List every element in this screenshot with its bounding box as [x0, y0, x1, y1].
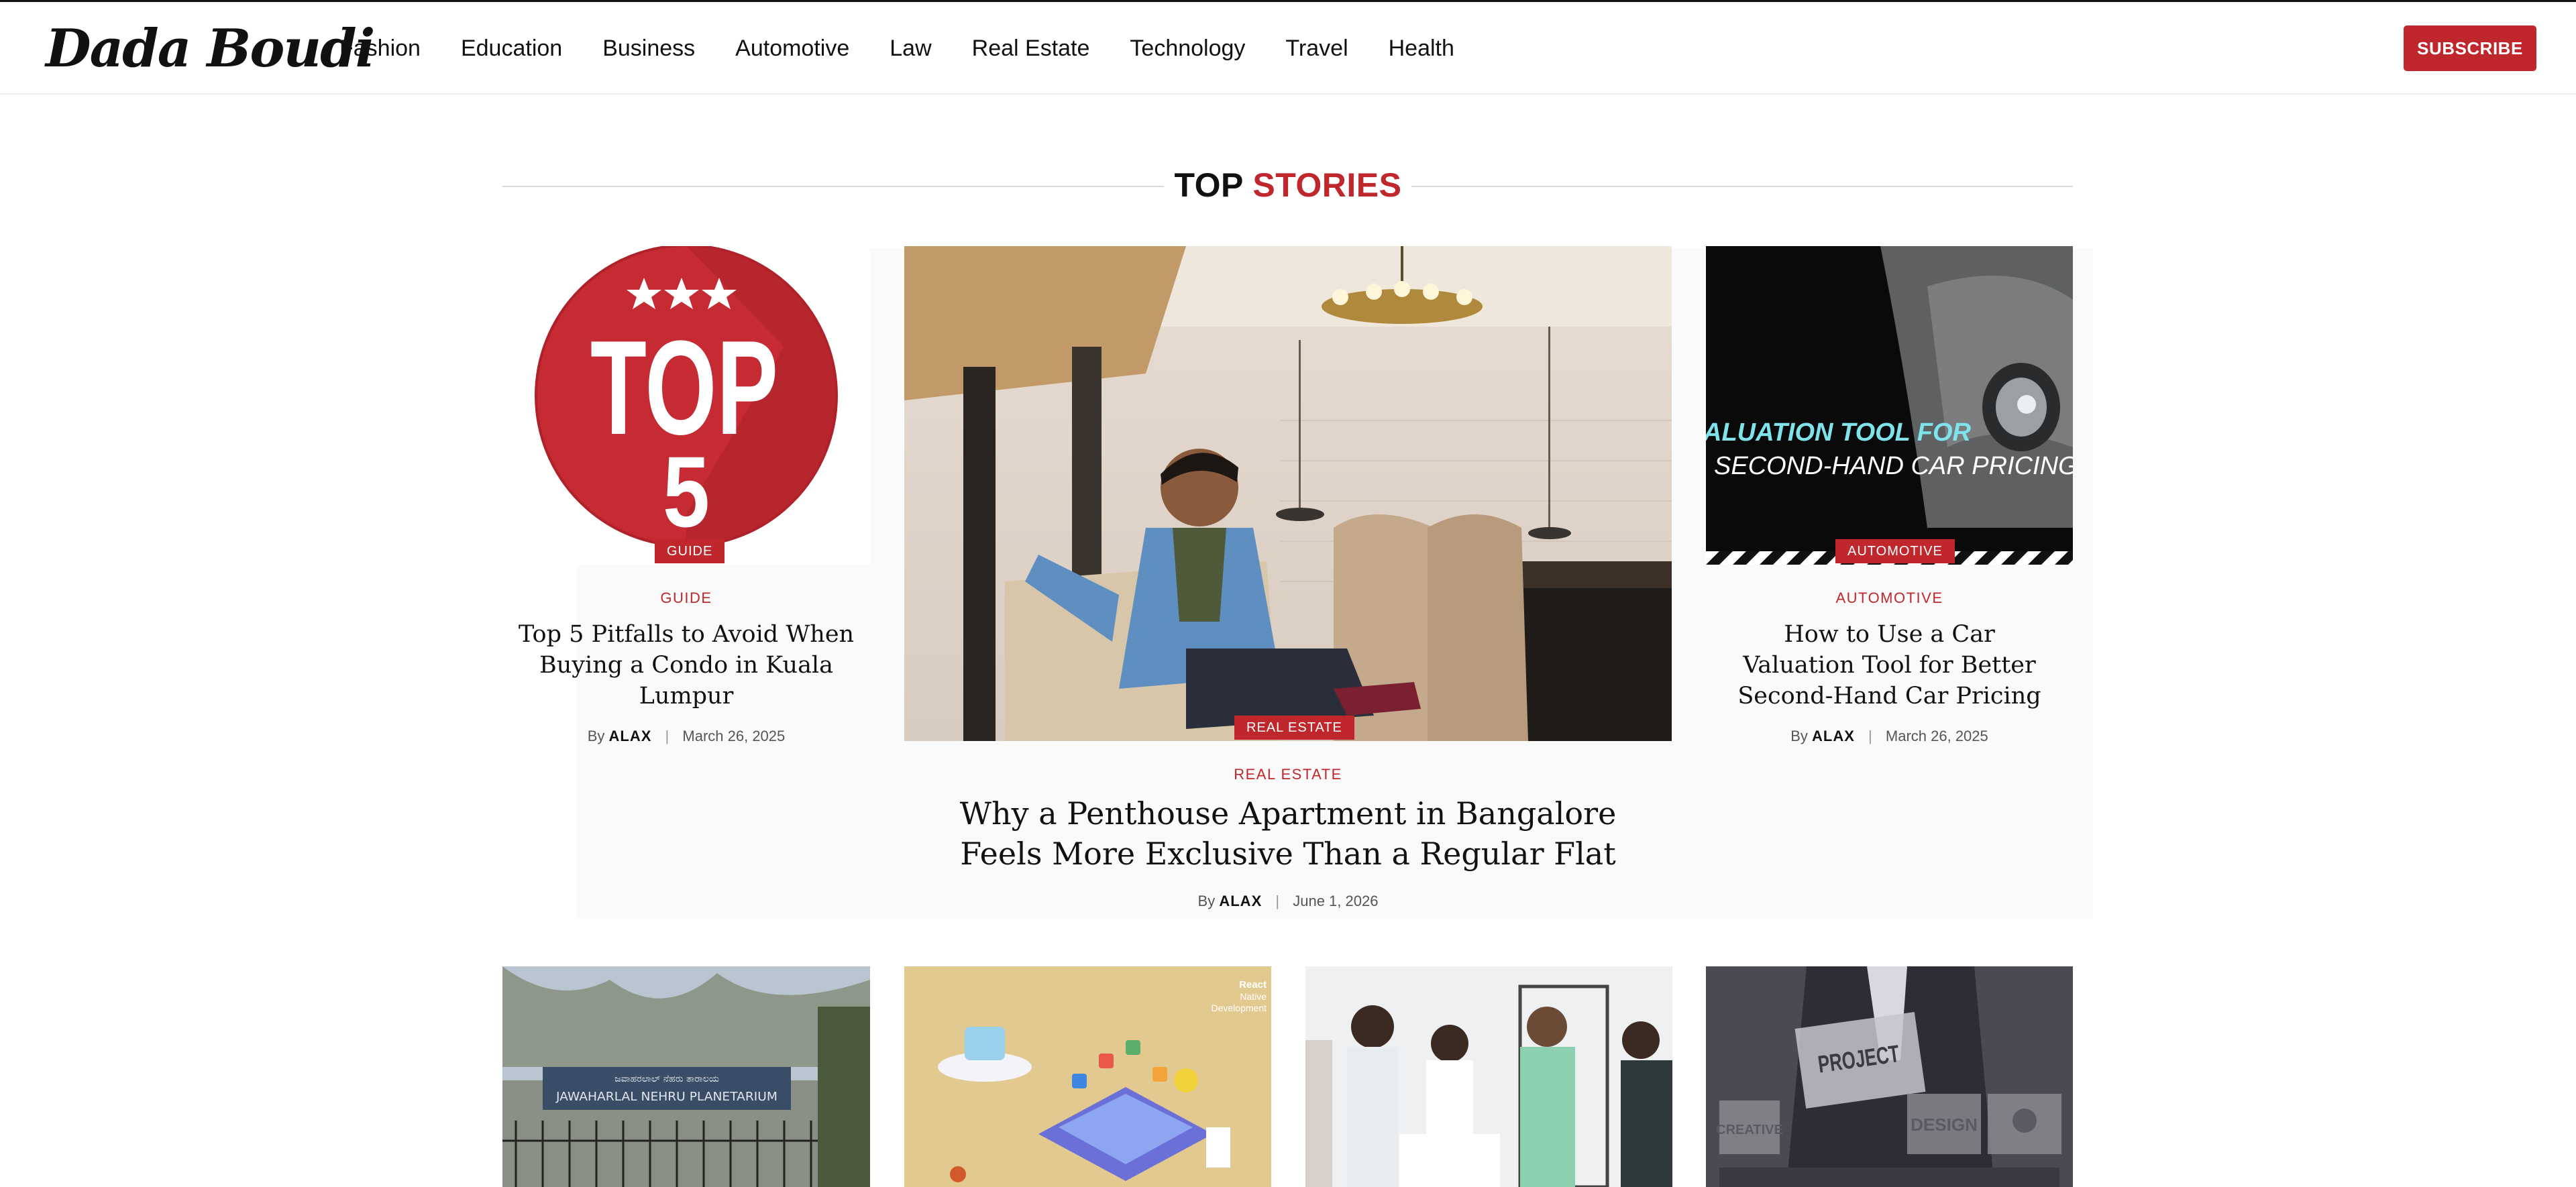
sign-text-english: JAWAHARLAL NEHRU PLANETARIUM	[555, 1090, 777, 1104]
nav-item-travel[interactable]: Travel	[1285, 36, 1348, 62]
story-date: March 26, 2025	[682, 728, 786, 744]
react-native-illustration: React Native Development	[904, 966, 1271, 1187]
nav-item-technology[interactable]: Technology	[1130, 36, 1245, 62]
meta-by: By	[587, 728, 605, 744]
story-thumbnail-planetarium[interactable]: ಜವಾಹರಲಾಲ್ ನೆಹರು ತಾರಾಲಯ JAWAHARLAL NEHRU …	[502, 966, 870, 1187]
story-thumbnail-react-native[interactable]: React Native Development	[904, 966, 1271, 1187]
category-badge[interactable]: REAL ESTATE	[1234, 716, 1354, 740]
react-text-line2: Native	[1240, 991, 1267, 1002]
story-date: March 26, 2025	[1885, 728, 1988, 744]
story-title[interactable]: Top 5 Pitfalls to Avoid When Buying a Co…	[502, 619, 870, 712]
story-date: June 1, 2026	[1293, 893, 1379, 909]
story-thumbnail[interactable]	[904, 246, 1672, 741]
sign-text-kannada: ಜವಾಹರಲಾಲ್ ನೆಹರು ತಾರಾಲಯ	[614, 1074, 719, 1084]
section-divider-left	[502, 186, 1164, 187]
story-card-automotive: ALUATION TOOL FOR SECOND-HAND CAR PRICIN…	[1706, 246, 2073, 756]
story-card-real-estate: REAL ESTATE REAL ESTATE Why a Penthouse …	[904, 246, 1672, 917]
nav-item-business[interactable]: Business	[602, 36, 695, 62]
cafe-man-photo	[904, 246, 1672, 741]
meta-by: By	[1197, 893, 1216, 909]
author-link[interactable]: ALAX	[1219, 893, 1262, 909]
project-design-image: PROJECT CREATIVE DESIGN	[1706, 966, 2073, 1187]
top5-badge-image: TOP 5	[535, 246, 838, 548]
site-logo[interactable]: Dada Boudi	[46, 18, 375, 79]
section-title-main: TOP	[1174, 166, 1243, 204]
creative-label-text: CREATIVE	[1716, 1123, 1783, 1137]
meta-separator: |	[665, 728, 669, 744]
nav-item-education[interactable]: Education	[461, 36, 562, 62]
image-text-line1: ALUATION TOOL FOR	[1706, 418, 1972, 447]
car-valuation-image: ALUATION TOOL FOR SECOND-HAND CAR PRICIN…	[1706, 246, 2073, 565]
author-link[interactable]: ALAX	[609, 728, 652, 744]
section-divider-right	[1411, 186, 2073, 187]
story-meta: By ALAX | June 1, 2026	[904, 893, 1672, 910]
story-title[interactable]: How to Use a Car Valuation Tool for Bett…	[1706, 619, 2073, 712]
image-text-line2: SECOND-HAND CAR PRICING	[1714, 452, 2073, 480]
story-thumbnail-handshake[interactable]	[1305, 966, 1672, 1187]
section-title: TOP STORIES	[1173, 166, 1403, 206]
category-label[interactable]: REAL ESTATE	[904, 766, 1672, 783]
meta-separator: |	[1868, 728, 1872, 744]
nav-item-health[interactable]: Health	[1389, 36, 1454, 62]
nav-item-law[interactable]: Law	[890, 36, 931, 62]
story-title[interactable]: Why a Penthouse Apartment in Bangalore F…	[904, 793, 1672, 874]
category-label[interactable]: AUTOMOTIVE	[1706, 589, 2073, 607]
react-text-line3: Development	[1212, 1003, 1267, 1013]
nav-item-automotive[interactable]: Automotive	[735, 36, 849, 62]
react-text-line1: React	[1239, 979, 1267, 991]
story-thumbnail[interactable]: TOP 5	[502, 246, 870, 565]
category-badge[interactable]: GUIDE	[655, 539, 725, 563]
main-nav: Fashion Education Business Automotive La…	[339, 2, 1495, 95]
story-thumbnail[interactable]: ALUATION TOOL FOR SECOND-HAND CAR PRICIN…	[1706, 246, 2073, 565]
meta-by: By	[1790, 728, 1808, 744]
nav-item-real-estate[interactable]: Real Estate	[972, 36, 1090, 62]
nav-item-fashion[interactable]: Fashion	[339, 36, 421, 62]
author-link[interactable]: ALAX	[1812, 728, 1855, 744]
category-badge[interactable]: AUTOMOTIVE	[1835, 539, 1955, 563]
handshake-office-photo	[1305, 966, 1672, 1187]
site-header: Dada Boudi Fashion Education Business Au…	[0, 2, 2576, 95]
design-label-text: DESIGN	[1911, 1115, 1978, 1135]
section-title-accent: STORIES	[1252, 166, 1402, 204]
story-card-guide: TOP 5 GUIDE GUIDE Top 5 Pitfalls to Avoi…	[502, 246, 870, 756]
story-thumbnail-project-design[interactable]: PROJECT CREATIVE DESIGN	[1706, 966, 2073, 1187]
subscribe-button[interactable]: SUBSCRIBE	[2404, 25, 2536, 71]
badge-number-text: 5	[663, 435, 710, 548]
story-meta: By ALAX | March 26, 2025	[502, 728, 870, 745]
meta-separator: |	[1275, 893, 1280, 909]
planetarium-photo: ಜವಾಹರಲಾಲ್ ನೆಹರು ತಾರಾಲಯ JAWAHARLAL NEHRU …	[502, 966, 870, 1187]
story-meta: By ALAX | March 26, 2025	[1706, 728, 2073, 745]
category-label[interactable]: GUIDE	[502, 589, 870, 607]
